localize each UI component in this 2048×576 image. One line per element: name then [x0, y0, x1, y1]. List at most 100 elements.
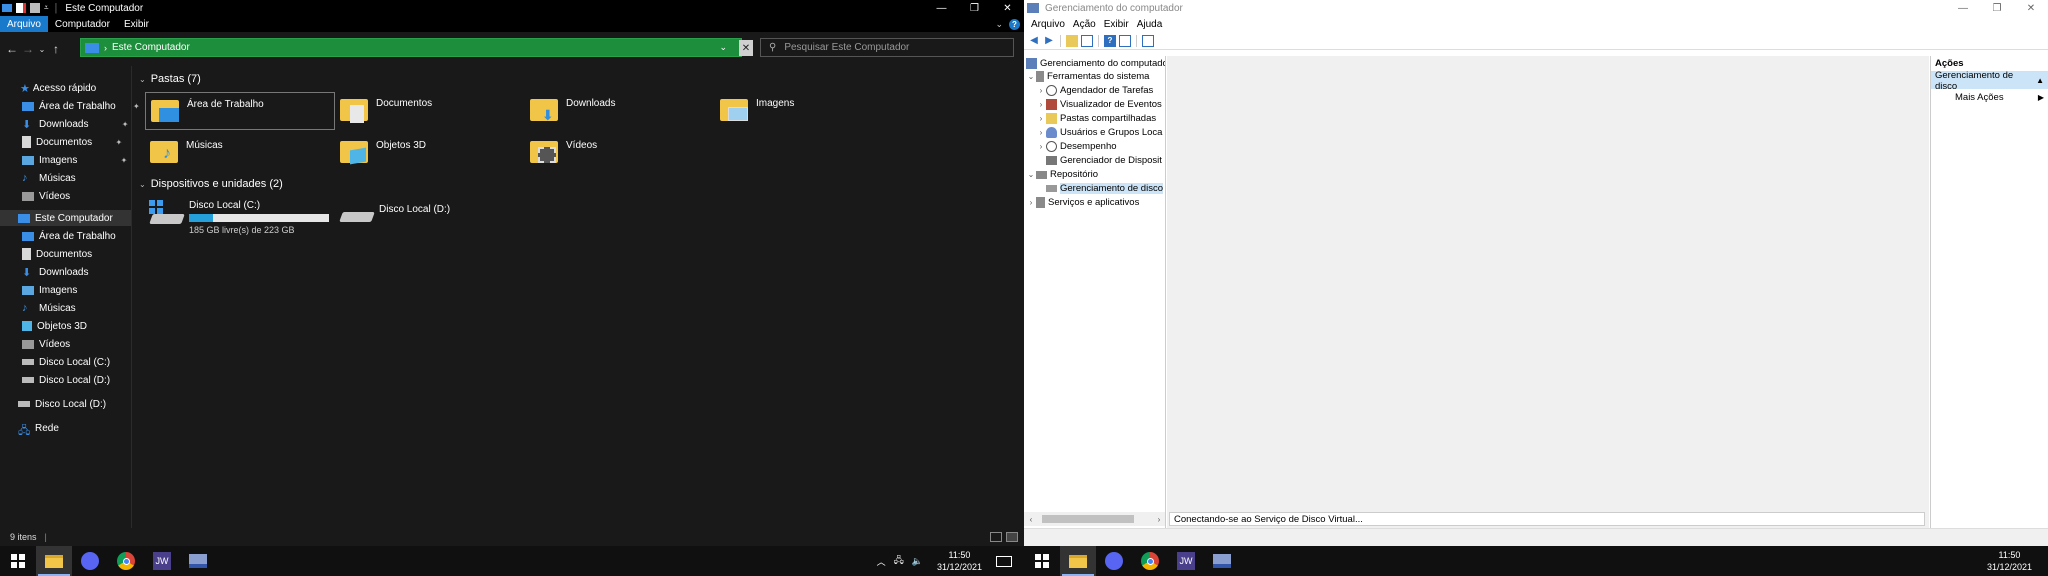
- scrollbar-thumb[interactable]: [1042, 515, 1134, 523]
- maximize-button[interactable]: ❐: [958, 0, 991, 16]
- drive-d[interactable]: Disco Local (D:): [339, 198, 450, 228]
- show-hide-tree-icon[interactable]: [1081, 34, 1093, 47]
- clear-address-icon[interactable]: ✕: [739, 40, 753, 56]
- tree-gerenciador-dispositivos[interactable]: Gerenciador de Disposit: [1046, 154, 1162, 167]
- nav-disco-d[interactable]: Disco Local (D:): [18, 396, 106, 412]
- nav-quick-access[interactable]: ★ Acesso rápido: [20, 80, 96, 96]
- nav-pc-disco-c[interactable]: Disco Local (C:): [22, 354, 110, 370]
- notification-center-icon[interactable]: [996, 555, 1012, 567]
- forward-arrow-icon[interactable]: →: [20, 42, 36, 56]
- properties-icon[interactable]: [16, 3, 26, 13]
- tree-root[interactable]: Gerenciamento do computado: [1026, 57, 1165, 70]
- folder-imagens[interactable]: Imagens: [715, 92, 905, 130]
- expand-chevron-icon[interactable]: ›: [1036, 128, 1046, 137]
- menu-acao[interactable]: Ação: [1069, 19, 1100, 30]
- clock[interactable]: 11:50 31/12/2021: [937, 549, 982, 573]
- volume-icon[interactable]: 🔈: [912, 556, 923, 567]
- close-button[interactable]: ✕: [991, 0, 1024, 16]
- expand-chevron-icon[interactable]: ›: [1036, 142, 1046, 151]
- properties-icon[interactable]: [1119, 34, 1131, 47]
- recent-locations-icon[interactable]: ⌄: [36, 45, 48, 54]
- drive-c[interactable]: Disco Local (C:) 185 GB livre(s) de 223 …: [149, 198, 329, 235]
- taskbar-computer-management[interactable]: [180, 546, 216, 576]
- customize-toolbar-icon[interactable]: ⩡: [44, 3, 49, 13]
- scroll-left-icon[interactable]: ‹: [1024, 515, 1038, 524]
- up-folder-icon[interactable]: [1066, 34, 1078, 47]
- pin-icon[interactable]: ✦: [115, 138, 122, 147]
- menu-exibir[interactable]: Exibir: [1100, 19, 1133, 30]
- taskbar-file-explorer[interactable]: [1060, 546, 1096, 576]
- back-arrow-icon[interactable]: ◀: [1028, 35, 1040, 47]
- folder-area-de-trabalho[interactable]: Área de Trabalho: [145, 92, 335, 130]
- up-arrow-icon[interactable]: ↑: [48, 42, 64, 56]
- taskbar-jw-app[interactable]: JW: [1168, 546, 1204, 576]
- address-dropdown-icon[interactable]: ⌄: [719, 42, 727, 53]
- nav-pc-imagens[interactable]: Imagens: [22, 282, 77, 298]
- new-folder-icon[interactable]: [30, 3, 40, 13]
- help-icon[interactable]: ?: [1104, 34, 1116, 47]
- taskbar-jw-app[interactable]: JW: [144, 546, 180, 576]
- details-view-icon[interactable]: [990, 532, 1002, 542]
- pin-icon[interactable]: ✦: [121, 156, 128, 165]
- close-button[interactable]: ✕: [2014, 0, 2048, 16]
- taskbar-file-explorer[interactable]: [36, 546, 72, 576]
- nav-pc-videos[interactable]: Vídeos: [22, 336, 70, 352]
- nav-quick-imagens[interactable]: Imagens ✦: [22, 152, 127, 168]
- taskbar-chrome[interactable]: [108, 546, 144, 576]
- tree-usuarios[interactable]: › Usuários e Grupos Loca: [1036, 126, 1162, 139]
- tab-exibir[interactable]: Exibir: [117, 16, 156, 32]
- taskbar-discord[interactable]: [1096, 546, 1132, 576]
- folder-documentos[interactable]: Documentos: [335, 92, 525, 130]
- nav-quick-downloads[interactable]: ⬇ Downloads ✦: [22, 116, 128, 132]
- devices-group-header[interactable]: ⌄ Dispositivos e unidades (2): [139, 178, 283, 190]
- action-group-disk-management[interactable]: Gerenciamento de disco ▲: [1931, 70, 2048, 92]
- expand-ribbon-icon[interactable]: ⌄: [995, 19, 1003, 30]
- nav-pc-objetos-3d[interactable]: Objetos 3D: [22, 318, 87, 334]
- large-icons-view-icon[interactable]: [1006, 532, 1018, 542]
- menu-ajuda[interactable]: Ajuda: [1133, 19, 1167, 30]
- nav-este-computador[interactable]: Este Computador: [0, 210, 131, 226]
- expand-chevron-icon[interactable]: ›: [1036, 114, 1046, 123]
- nav-quick-area-trabalho[interactable]: Área de Trabalho ✦: [22, 98, 140, 114]
- collapse-chevron-icon[interactable]: ⌄: [1026, 72, 1036, 81]
- tree-horizontal-scrollbar[interactable]: ‹ ›: [1024, 512, 1165, 526]
- tree-pastas[interactable]: › Pastas compartilhadas: [1036, 112, 1156, 125]
- maximize-button[interactable]: ❐: [1980, 0, 2014, 16]
- network-icon[interactable]: 🖧: [894, 553, 904, 569]
- tree-ferramentas[interactable]: ⌄ Ferramentas do sistema: [1026, 70, 1149, 83]
- tab-arquivo[interactable]: Arquivo: [0, 16, 48, 32]
- forward-arrow-icon[interactable]: ▶: [1043, 35, 1055, 47]
- tree-desempenho[interactable]: › Desempenho: [1036, 140, 1117, 153]
- clock[interactable]: 11:50 31/12/2021: [1987, 549, 2032, 573]
- start-button[interactable]: [1024, 546, 1060, 576]
- collapse-chevron-icon[interactable]: ⌄: [139, 75, 146, 84]
- expand-chevron-icon[interactable]: ›: [1026, 198, 1036, 207]
- tree-gerenciamento-disco[interactable]: Gerenciamento de disco: [1046, 182, 1163, 195]
- taskbar-computer-management[interactable]: [1204, 546, 1240, 576]
- expand-chevron-icon[interactable]: ›: [1036, 100, 1046, 109]
- folder-downloads[interactable]: ⬇ Downloads: [525, 92, 715, 130]
- nav-quick-documentos[interactable]: Documentos ✦: [22, 134, 122, 150]
- show-action-pane-icon[interactable]: [1142, 34, 1154, 47]
- collapse-up-icon[interactable]: ▲: [2036, 76, 2044, 85]
- collapse-chevron-icon[interactable]: ⌄: [1026, 170, 1036, 179]
- tab-computador[interactable]: Computador: [48, 16, 117, 32]
- minimize-button[interactable]: —: [925, 0, 958, 16]
- start-button[interactable]: [0, 546, 36, 576]
- taskbar-chrome[interactable]: [1132, 546, 1168, 576]
- tree-visualizador[interactable]: › Visualizador de Eventos: [1036, 98, 1162, 111]
- folders-group-header[interactable]: ⌄ Pastas (7): [139, 73, 1019, 85]
- expand-chevron-icon[interactable]: ›: [1036, 86, 1046, 95]
- search-input[interactable]: ⚲ Pesquisar Este Computador: [760, 38, 1014, 57]
- nav-pc-documentos[interactable]: Documentos: [22, 246, 92, 262]
- nav-pc-musicas[interactable]: ♪ Músicas: [22, 300, 76, 316]
- breadcrumb-chevron-icon[interactable]: ›: [104, 43, 107, 53]
- nav-pc-disco-d[interactable]: Disco Local (D:): [22, 372, 110, 388]
- scroll-right-icon[interactable]: ›: [1152, 515, 1165, 524]
- folder-objetos-3d[interactable]: Objetos 3D: [335, 134, 525, 172]
- nav-pc-downloads[interactable]: ⬇ Downloads: [22, 264, 88, 280]
- nav-rede[interactable]: 🖧 Rede: [18, 420, 59, 438]
- nav-quick-videos[interactable]: Vídeos: [22, 188, 70, 204]
- menu-arquivo[interactable]: Arquivo: [1027, 19, 1069, 30]
- more-actions-item[interactable]: Mais Ações ▶: [1931, 89, 2048, 106]
